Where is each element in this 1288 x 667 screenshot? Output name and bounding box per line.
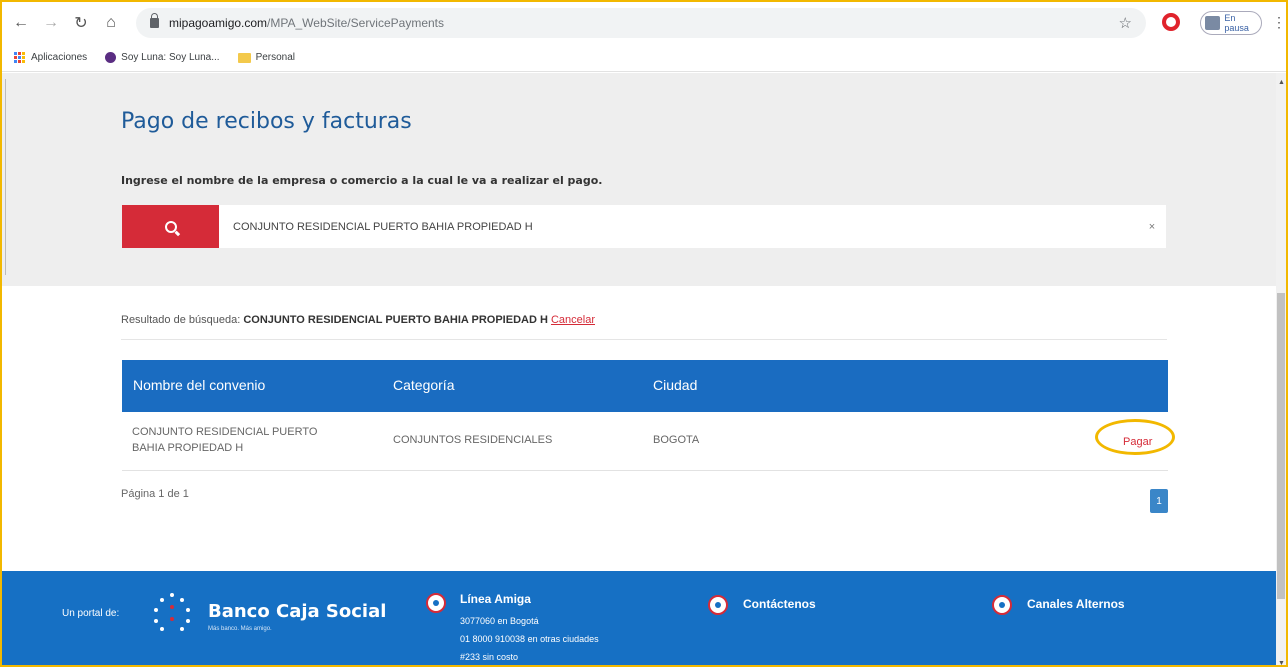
footer: Un portal de: Banco Caja Social Más banc… bbox=[2, 571, 1276, 665]
page-title: Pago de recibos y facturas bbox=[121, 109, 412, 134]
divider bbox=[121, 339, 1167, 340]
result-query: CONJUNTO RESIDENCIAL PUERTO BAHIA PROPIE… bbox=[243, 314, 548, 326]
linea-line: #233 sin costo bbox=[460, 652, 519, 662]
bookmark-personal[interactable]: Personal bbox=[237, 52, 296, 63]
page-button-1[interactable]: 1 bbox=[1150, 489, 1168, 513]
column-header-city: Ciudad bbox=[653, 377, 698, 393]
search-instruction: Ingrese el nombre de la empresa o comerc… bbox=[121, 174, 603, 187]
bookmarks-bar: Aplicaciones Soy Luna: Soy Luna... Perso… bbox=[2, 44, 1286, 72]
phone-icon bbox=[426, 593, 446, 613]
contact-icon bbox=[708, 595, 728, 615]
cancel-link[interactable]: Cancelar bbox=[551, 314, 595, 326]
scroll-up-icon[interactable]: ▲ bbox=[1278, 79, 1285, 86]
bank-tagline: Más banco. Más amigo. bbox=[208, 626, 272, 632]
linea-line: 01 8000 910038 en otras ciudades bbox=[460, 634, 599, 644]
url-text: mipagoamigo.com/MPA_WebSite/ServicePayme… bbox=[169, 16, 445, 30]
channels-icon bbox=[992, 595, 1012, 615]
cell-name-line: BAHIA PROPIEDAD H bbox=[132, 442, 244, 454]
home-icon[interactable]: ⌂ bbox=[100, 12, 122, 34]
search-bar: × bbox=[122, 205, 1166, 248]
column-header-category: Categoría bbox=[393, 377, 455, 393]
clear-icon[interactable]: × bbox=[1138, 221, 1166, 233]
cell-category: CONJUNTOS RESIDENCIALES bbox=[393, 434, 553, 446]
bank-name: Banco Caja Social bbox=[208, 601, 387, 622]
lock-icon bbox=[150, 13, 159, 28]
bookmark-label: Aplicaciones bbox=[31, 52, 88, 63]
pay-link[interactable]: Pagar bbox=[1123, 436, 1152, 448]
contact-link[interactable]: Contáctenos bbox=[743, 597, 816, 611]
luna-icon bbox=[105, 52, 117, 63]
bookmark-star-icon[interactable]: ☆ bbox=[1119, 14, 1132, 32]
vigilado-strip bbox=[5, 79, 17, 275]
apps-grid-icon bbox=[14, 51, 26, 64]
results-table-header: Nombre del convenio Categoría Ciudad bbox=[122, 360, 1168, 412]
page-content: Pago de recibos y facturas Ingrese el no… bbox=[2, 73, 1276, 665]
cell-name: CONJUNTO RESIDENCIAL PUERTO BAHIA PROPIE… bbox=[132, 424, 317, 456]
bookmark-label: Soy Luna: Soy Luna... bbox=[121, 52, 220, 63]
result-label: Resultado de búsqueda: bbox=[121, 314, 241, 326]
table-row: CONJUNTO RESIDENCIAL PUERTO BAHIA PROPIE… bbox=[122, 412, 1175, 471]
linea-line: 3077060 en Bogotá bbox=[460, 616, 539, 626]
page-scrollbar[interactable]: ▲ ▼ bbox=[1276, 73, 1286, 665]
menu-icon[interactable]: ⋮ bbox=[1272, 14, 1286, 31]
bookmark-label: Personal bbox=[255, 52, 296, 63]
opera-extension-icon[interactable] bbox=[1162, 13, 1180, 31]
bookmark-apps[interactable]: Aplicaciones bbox=[14, 51, 88, 64]
scroll-thumb[interactable] bbox=[1277, 293, 1285, 599]
portal-label: Un portal de: bbox=[62, 608, 120, 619]
browser-toolbar: ← → ↻ ⌂ mipagoamigo.com/MPA_WebSite/Serv… bbox=[2, 2, 1286, 44]
address-bar[interactable]: mipagoamigo.com/MPA_WebSite/ServicePayme… bbox=[136, 8, 1146, 38]
search-section: Pago de recibos y facturas Ingrese el no… bbox=[2, 73, 1276, 286]
profile-status: En pausa bbox=[1224, 13, 1249, 33]
profile-button[interactable]: En pausa bbox=[1200, 11, 1262, 35]
bank-logo-icon bbox=[152, 593, 192, 633]
search-input[interactable] bbox=[233, 220, 1138, 233]
folder-icon bbox=[237, 52, 251, 63]
cell-name-line: CONJUNTO RESIDENCIAL PUERTO bbox=[132, 426, 318, 438]
forward-icon[interactable]: → bbox=[40, 12, 62, 34]
pagination-info: Página 1 de 1 bbox=[121, 488, 189, 500]
bookmark-soy-luna[interactable]: Soy Luna: Soy Luna... bbox=[105, 52, 220, 63]
cell-city: BOGOTA bbox=[653, 434, 700, 446]
channels-link[interactable]: Canales Alternos bbox=[1027, 597, 1125, 611]
search-icon bbox=[164, 220, 177, 233]
search-button[interactable] bbox=[122, 205, 219, 248]
column-header-name: Nombre del convenio bbox=[133, 377, 266, 393]
linea-amiga-title[interactable]: Línea Amiga bbox=[460, 592, 531, 606]
reload-icon[interactable]: ↻ bbox=[70, 12, 92, 34]
scroll-down-icon[interactable]: ▼ bbox=[1278, 660, 1285, 665]
search-result-line: Resultado de búsqueda: CONJUNTO RESIDENC… bbox=[121, 314, 595, 326]
screenshot-frame: ← → ↻ ⌂ mipagoamigo.com/MPA_WebSite/Serv… bbox=[0, 0, 1288, 667]
avatar bbox=[1205, 16, 1221, 30]
back-icon[interactable]: ← bbox=[10, 12, 32, 34]
